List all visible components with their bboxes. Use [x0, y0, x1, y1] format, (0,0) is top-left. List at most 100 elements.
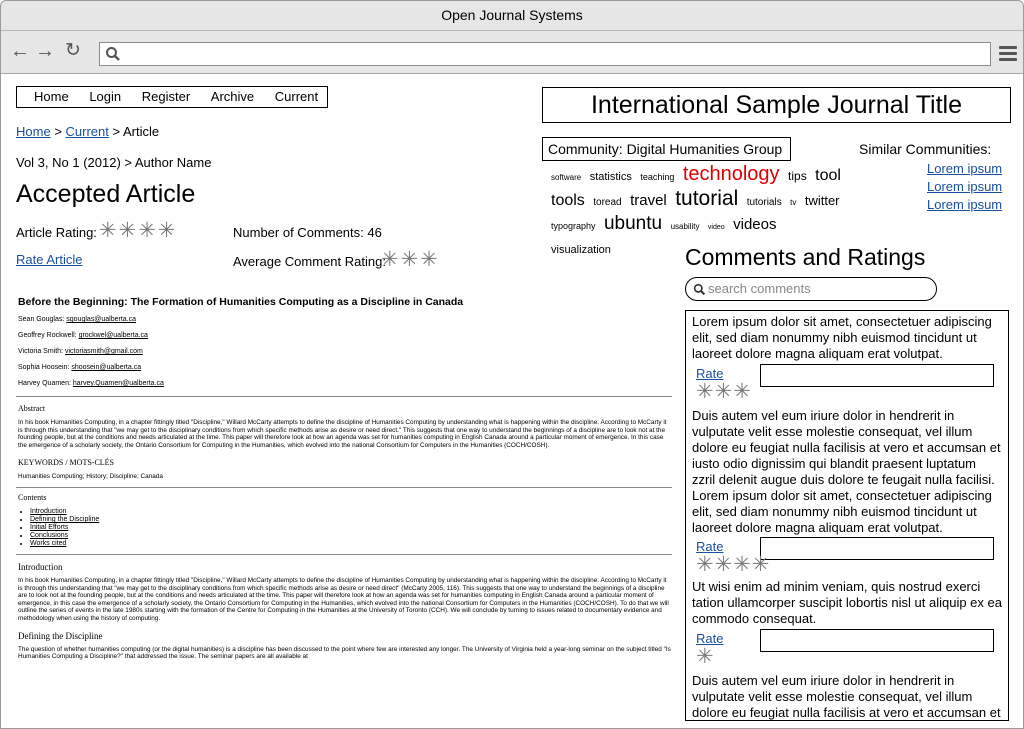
comment-text: Ut wisi enim ad minim veniam, quis nostr… — [692, 579, 1002, 626]
author-list: Sean Gouglas: sgouglas@ualberta.ca Geoffr… — [16, 316, 672, 388]
similar-communities-list: Lorem ipsum Lorem ipsum Lorem ipsum — [927, 160, 1002, 214]
tag-cloud-item[interactable]: tools — [551, 192, 585, 209]
community-label: Community: Digital Humanities Group — [542, 137, 791, 161]
comment-rating-stars: ✳✳✳✳ — [696, 553, 771, 576]
tag-cloud-item[interactable]: technology — [683, 163, 780, 185]
article-title: Before the Beginning: The Formation of H… — [18, 296, 464, 308]
comment-rating-stars: ✳✳✳ — [696, 380, 752, 403]
rate-comment-link[interactable]: Rate — [696, 539, 723, 554]
rating-input[interactable] — [760, 629, 994, 652]
search-icon — [693, 283, 706, 296]
similar-community-link[interactable]: Lorem ipsum — [927, 196, 1002, 214]
browser-window: Open Journal Systems ← → ↻ Home Login Re… — [0, 0, 1024, 729]
rating-input[interactable] — [760, 537, 994, 560]
tag-cloud-item[interactable]: statistics — [590, 171, 632, 183]
author-line: Geoffrey Rockwell: grockwel@ualberta.ca — [18, 332, 672, 340]
tag-cloud-item[interactable]: teaching — [640, 172, 674, 182]
tag-cloud-item[interactable]: visualization — [551, 244, 611, 256]
page-title: Accepted Article — [16, 180, 196, 208]
article-body: Before the Beginning: The Formation of H… — [16, 296, 672, 661]
search-placeholder: search comments — [708, 281, 811, 296]
reload-icon[interactable]: ↻ — [65, 41, 81, 61]
nav-current[interactable]: Current — [275, 89, 318, 104]
author-name: Harvey Quamen: — [18, 380, 73, 387]
tag-cloud-item[interactable]: tv — [790, 198, 796, 207]
similar-community-link[interactable]: Lorem ipsum — [927, 160, 1002, 178]
nav-register[interactable]: Register — [142, 89, 190, 104]
main-nav: Home Login Register Archive Current — [16, 86, 328, 108]
average-comment-rating-label: Average Comment Rating: — [233, 254, 386, 269]
divider — [16, 553, 672, 555]
hamburger-menu-icon[interactable] — [999, 46, 1017, 64]
introduction-text: In his book Humanities Computing, in a c… — [18, 576, 669, 622]
breadcrumb-article: Article — [123, 124, 160, 139]
rating-input[interactable] — [760, 364, 994, 387]
comments-heading: Comments and Ratings — [685, 244, 926, 270]
page-content: Home Login Register Archive Current Home… — [1, 74, 1023, 728]
similar-communities-heading: Similar Communities: — [859, 141, 992, 157]
rate-comment-link[interactable]: Rate — [696, 631, 723, 646]
comment-text: Duis autem vel eum iriure dolor in hendr… — [692, 673, 1001, 720]
author-email-link[interactable]: victoriasmith@gmail.com — [65, 348, 143, 355]
window-title: Open Journal Systems — [1, 1, 1023, 31]
defining-heading: Defining the Discipline — [18, 630, 103, 641]
rate-comment-link[interactable]: Rate — [696, 366, 723, 381]
tag-cloud-item[interactable]: travel — [630, 192, 667, 209]
comment-search-input[interactable]: search comments — [685, 277, 937, 301]
nav-login[interactable]: Login — [89, 89, 121, 104]
arrow-left-icon[interactable]: ← — [10, 41, 30, 61]
toc-item[interactable]: Introduction — [30, 508, 672, 516]
comments-panel[interactable]: Lorem ipsum dolor sit amet, consectetuer… — [685, 310, 1009, 721]
defining-text: The question of whether humanities compu… — [18, 645, 671, 661]
author-name: Geoffrey Rockwell: — [18, 332, 79, 339]
author-email-link[interactable]: harvey.Quamen@ualberta.ca — [73, 380, 164, 387]
tag-cloud-item[interactable]: tutorials — [747, 197, 782, 208]
author-name: Victoria Smith: — [18, 348, 65, 355]
author-line: Sean Gouglas: sgouglas@ualberta.ca — [18, 316, 672, 324]
breadcrumb-separator: > — [112, 124, 121, 139]
similar-community-link[interactable]: Lorem ipsum — [927, 178, 1002, 196]
author-email-link[interactable]: grockwel@ualberta.ca — [79, 332, 148, 339]
author-line: Harvey Quamen: harvey.Quamen@ualberta.ca — [18, 380, 672, 388]
tag-cloud-item[interactable]: videos — [733, 216, 776, 233]
comment-rating-stars: ✳ — [696, 645, 715, 668]
tag-cloud-item[interactable]: tips — [788, 169, 807, 183]
tag-cloud-item[interactable]: tool — [815, 167, 841, 184]
tag-cloud-item[interactable]: tutorial — [675, 187, 738, 210]
author-email-link[interactable]: shoosein@ualberta.ca — [71, 364, 141, 371]
tag-cloud-item[interactable]: ubuntu — [604, 213, 662, 234]
rate-article-link[interactable]: Rate Article — [16, 252, 82, 267]
author-email-link[interactable]: sgouglas@ualberta.ca — [66, 316, 136, 323]
nav-home[interactable]: Home — [34, 89, 69, 104]
breadcrumb: Home > Current > Article — [16, 124, 159, 139]
article-rating-label: Article Rating: — [16, 225, 97, 240]
divider — [16, 396, 672, 397]
search-icon — [106, 47, 120, 61]
comment-text: Lorem ipsum dolor sit amet, consectetuer… — [692, 314, 992, 361]
nav-archive[interactable]: Archive — [211, 89, 254, 104]
toc-item[interactable]: Works cited — [30, 540, 672, 548]
address-bar[interactable] — [99, 42, 991, 66]
journal-title: International Sample Journal Title — [542, 87, 1011, 123]
tag-cloud-item[interactable]: typography — [551, 221, 596, 231]
toc-item[interactable]: Conclusions — [30, 532, 672, 540]
keywords-text: Humanities Computing; History; Disciplin… — [18, 473, 163, 481]
breadcrumb-home[interactable]: Home — [16, 124, 51, 139]
comment-count: Number of Comments: 46 — [233, 225, 382, 240]
tag-cloud-item[interactable]: toread — [593, 197, 621, 208]
toc-item[interactable]: Initial Efforts — [30, 524, 672, 532]
tag-cloud-item[interactable]: usability — [671, 222, 700, 231]
table-of-contents: IntroductionDefining the DisciplineIniti… — [30, 508, 672, 548]
introduction-heading: Introduction — [18, 561, 63, 572]
breadcrumb-current[interactable]: Current — [66, 124, 109, 139]
author-line: Victoria Smith: victoriasmith@gmail.com — [18, 348, 672, 356]
keywords-heading: KEYWORDS / MOTS-CLÉS — [18, 458, 115, 468]
tag-cloud-item[interactable]: twitter — [805, 193, 840, 208]
browser-toolbar: ← → ↻ — [1, 31, 1023, 74]
tag-cloud-item[interactable]: video — [708, 224, 725, 231]
breadcrumb-separator: > — [54, 124, 62, 139]
arrow-right-icon[interactable]: → — [35, 41, 55, 61]
comment-text: Duis autem vel eum iriure dolor in hendr… — [692, 408, 1001, 535]
tag-cloud-item[interactable]: software — [551, 173, 581, 182]
toc-item[interactable]: Defining the Discipline — [30, 516, 672, 524]
